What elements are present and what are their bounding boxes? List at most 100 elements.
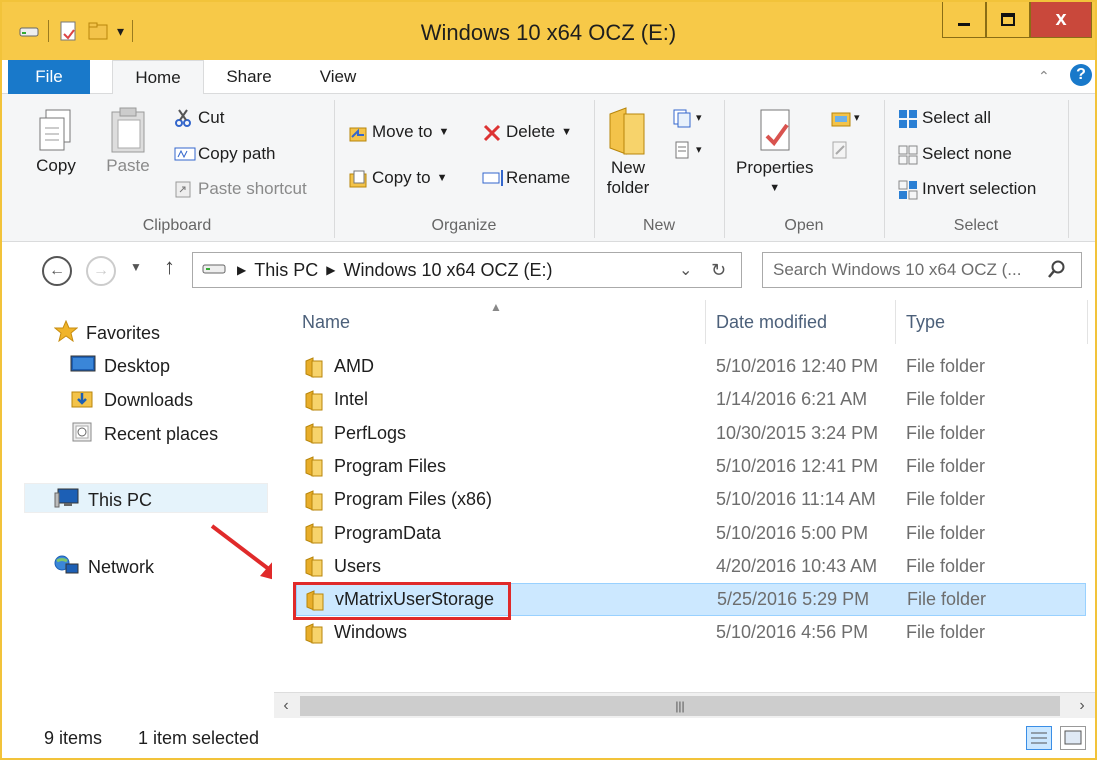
breadcrumb-separator-icon[interactable]: ▶ (326, 263, 335, 277)
table-row[interactable]: Users 4/20/2016 10:43 AM File folder (296, 550, 1086, 583)
large-icons-view-button[interactable] (1060, 726, 1086, 750)
maximize-button[interactable] (986, 2, 1030, 38)
copy-icon (39, 109, 71, 151)
tab-share[interactable]: Share (212, 60, 286, 94)
copy-to-button[interactable]: Copy to ▼ (348, 168, 447, 188)
nav-this-pc-label: This PC (88, 490, 153, 510)
navigation-bar: ← → ▼ ↑ ▶ This PC ▶ Windows 10 x64 OCZ (… (2, 242, 1095, 300)
horizontal-scrollbar[interactable]: ‹ ||| › (274, 692, 1095, 718)
column-header-date[interactable]: Date modified (706, 300, 896, 344)
nav-recent-places[interactable]: Recent places (70, 421, 218, 448)
easy-access-button[interactable]: ▾ (672, 140, 702, 159)
up-arrow-icon[interactable]: ↑ (164, 254, 175, 280)
new-item-button[interactable]: ▾ (672, 108, 702, 128)
select-all-button[interactable]: Select all (898, 108, 991, 128)
scroll-left-icon[interactable]: ‹ (276, 696, 296, 716)
edit-icon (830, 140, 848, 159)
scroll-thumb[interactable]: ||| (300, 696, 1060, 716)
recent-places-icon (70, 421, 96, 448)
edit-button[interactable] (830, 140, 848, 159)
recent-locations-icon[interactable]: ▼ (130, 260, 142, 274)
nav-desktop[interactable]: Desktop (70, 354, 170, 379)
file-name: ProgramData (334, 522, 442, 543)
paste-button[interactable]: Paste (106, 106, 150, 176)
search-input[interactable]: Search Windows 10 x64 OCZ (... (762, 252, 1082, 288)
star-icon (53, 319, 79, 347)
table-row[interactable]: AMD 5/10/2016 12:40 PM File folder (296, 350, 1086, 383)
breadcrumb-drive[interactable]: Windows 10 x64 OCZ (E:) (343, 260, 552, 281)
file-name-cell: Intel (304, 389, 368, 411)
column-header-type[interactable]: Type (896, 300, 1088, 344)
help-icon[interactable]: ? (1070, 64, 1092, 86)
copy-label: Copy (36, 156, 76, 175)
refresh-icon[interactable]: ↻ (711, 260, 726, 281)
move-to-button[interactable]: Move to ▼ (348, 122, 449, 142)
navigation-pane: Favorites Desktop Downloads Recent place… (2, 300, 270, 718)
dropdown-arrow-icon: ▼ (769, 182, 781, 194)
folder-icon (304, 555, 324, 578)
back-button[interactable]: ← (42, 256, 72, 286)
ribbon-tabs: File Home Share View (2, 60, 1095, 95)
nav-this-pc[interactable]: This PC (54, 487, 152, 514)
file-name-cell: ProgramData (304, 522, 441, 544)
file-name: Users (334, 555, 382, 576)
paste-shortcut-button[interactable]: Paste shortcut (174, 179, 307, 199)
scroll-right-icon[interactable]: › (1072, 696, 1092, 716)
table-row[interactable]: Windows 5/10/2016 4:56 PM File folder (296, 616, 1086, 649)
nav-desktop-label: Desktop (104, 356, 171, 376)
properties-icon (760, 109, 790, 151)
tab-file[interactable]: File (8, 60, 90, 94)
file-name: AMD (334, 356, 374, 376)
table-row[interactable]: Program Files 5/10/2016 12:41 PM File fold… (296, 450, 1086, 483)
open-folder-icon (830, 108, 851, 127)
details-view-button[interactable] (1026, 726, 1052, 750)
folder-icon (304, 489, 324, 511)
delete-button[interactable]: Delete ▼ (482, 122, 572, 142)
properties-button[interactable]: Properties ▼ (736, 106, 813, 198)
invert-selection-button[interactable]: Invert selection (898, 179, 1037, 200)
table-row[interactable]: Program Files (x86) 5/10/2016 11:14 AM Fil… (296, 483, 1086, 516)
breadcrumb-this-pc[interactable]: This PC (254, 260, 318, 281)
select-none-label: Select none (922, 144, 1012, 163)
forward-button[interactable]: → (86, 256, 116, 286)
item-count: 9 items (44, 728, 103, 748)
tab-home[interactable]: Home (112, 60, 204, 95)
table-row[interactable]: ProgramData 5/10/2016 5:00 PM File folder (296, 517, 1086, 550)
status-bar: 9 items 1 item selected (2, 718, 1095, 758)
new-folder-button[interactable]: New folder (606, 104, 650, 198)
copy-path-button[interactable]: Copy path (174, 144, 276, 164)
file-name-cell: Users (304, 555, 382, 578)
minimize-button[interactable] (942, 2, 986, 38)
file-date: 1/14/2016 6:21 AM (716, 389, 868, 410)
search-icon[interactable] (1047, 259, 1067, 284)
column-header-name[interactable]: Name (292, 300, 706, 344)
copy-to-label: Copy to (372, 168, 431, 187)
tab-view[interactable]: View (302, 60, 374, 94)
nav-network-label: Network (88, 557, 155, 577)
close-button[interactable]: x (1030, 2, 1092, 38)
select-none-icon (898, 145, 918, 165)
minimize-icon (958, 22, 970, 26)
nav-recent-label: Recent places (104, 424, 219, 444)
select-group-label: Select (953, 217, 999, 234)
table-row[interactable]: PerfLogs 10/30/2015 3:24 PM File folder (296, 417, 1086, 450)
nav-favorites[interactable]: Favorites (53, 319, 160, 347)
minimize-ribbon-icon[interactable]: ⌃ (1038, 68, 1050, 85)
cut-label: Cut (198, 108, 225, 127)
file-date: 4/20/2016 10:43 AM (716, 555, 878, 576)
invert-selection-label: Invert selection (922, 179, 1037, 198)
table-row[interactable]: Intel 1/14/2016 6:21 AM File folder (296, 383, 1086, 416)
nav-downloads[interactable]: Downloads (70, 387, 193, 414)
group-divider (594, 100, 595, 238)
cut-button[interactable]: Cut (174, 108, 224, 128)
rename-button[interactable]: Rename (482, 168, 570, 188)
title-bar: ▾ Windows 10 x64 OCZ (E:) x (2, 2, 1095, 60)
nav-network[interactable]: Network (54, 554, 154, 581)
copy-button[interactable]: Copy (36, 106, 76, 176)
file-name: Windows (334, 622, 408, 643)
open-button[interactable]: ▾ (830, 108, 860, 127)
breadcrumb-separator-icon[interactable]: ▶ (237, 263, 246, 277)
select-none-button[interactable]: Select none (898, 144, 1012, 165)
address-dropdown-icon[interactable]: ⌄ (679, 260, 692, 280)
address-bar[interactable]: ▶ This PC ▶ Windows 10 x64 OCZ (E:) ⌄ ↻ (192, 252, 742, 288)
